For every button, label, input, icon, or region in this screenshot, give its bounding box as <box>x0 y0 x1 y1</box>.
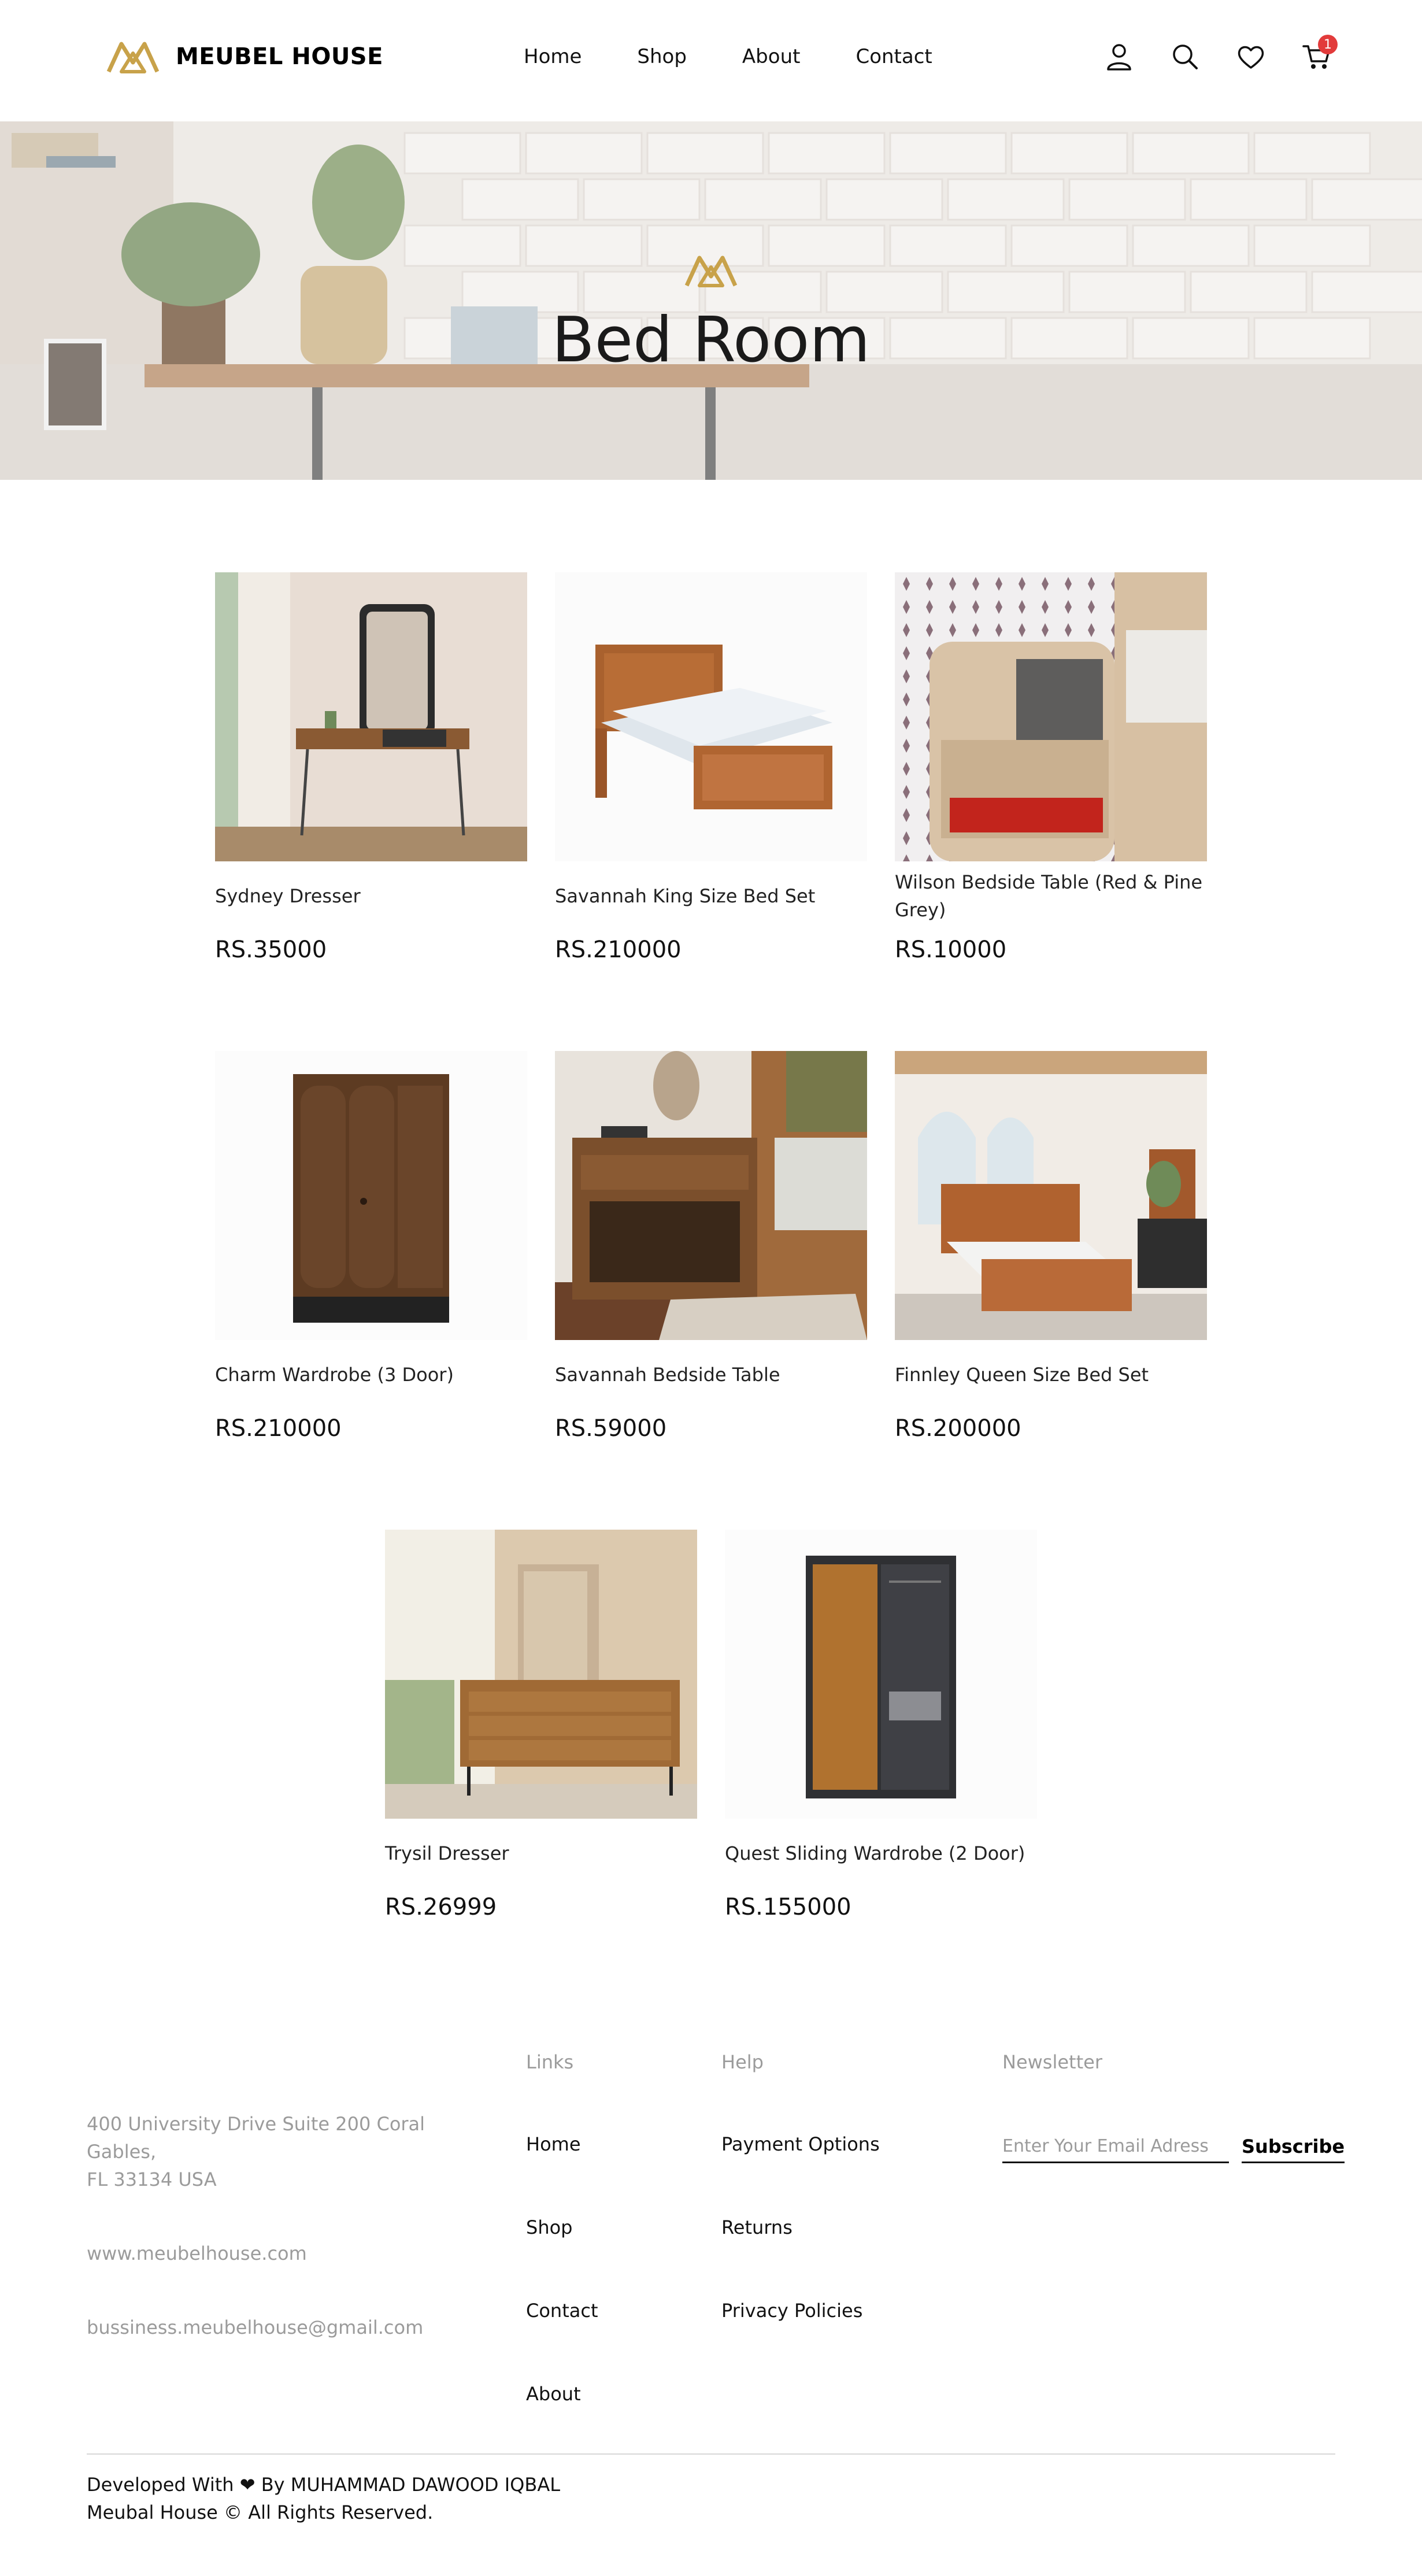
footer-credit: Developed With ❤ By MUHAMMAD DAWOOD IQBA… <box>87 2471 560 2526</box>
footer-address-line1: 400 University Drive Suite 200 Coral <box>87 2113 425 2135</box>
credit-prefix: Developed With <box>87 2474 234 2496</box>
footer-help-payment-options[interactable]: Payment Options <box>721 2133 880 2155</box>
brand-name: MEUBEL HOUSE <box>176 43 383 70</box>
hero-logo-icon <box>684 256 738 287</box>
footer-help-privacy-policies[interactable]: Privacy Policies <box>721 2300 862 2322</box>
product-card[interactable]: Charm Wardrobe (3 Door) RS.210000 <box>215 1051 527 1442</box>
product-card[interactable]: Quest Sliding Wardrobe (2 Door) RS.15500… <box>725 1530 1037 1920</box>
footer-divider <box>87 2453 1335 2455</box>
product-price: RS.35000 <box>215 937 327 963</box>
credit-author: By MUHAMMAD DAWOOD IQBAL <box>261 2474 561 2496</box>
subscribe-button[interactable]: Subscribe <box>1242 2131 1345 2163</box>
copyright-text: Meubal House © All Rights Reserved. <box>87 2501 434 2523</box>
product-image[interactable] <box>895 1051 1207 1340</box>
product-price: RS.155000 <box>725 1894 851 1920</box>
product-image[interactable] <box>215 572 527 861</box>
site-header: MEUBEL HOUSE Home Shop About Contact 1 <box>0 0 1422 121</box>
product-name[interactable]: Charm Wardrobe (3 Door) <box>215 1361 454 1389</box>
footer-link-shop[interactable]: Shop <box>526 2216 572 2238</box>
footer-help-heading: Help <box>721 2051 764 2073</box>
product-price: RS.210000 <box>555 937 682 963</box>
footer-email[interactable]: bussiness.meubelhouse@gmail.com <box>87 2314 425 2341</box>
product-price: RS.210000 <box>215 1415 342 1442</box>
product-card[interactable]: Finnley Queen Size Bed Set RS.200000 <box>895 1051 1207 1442</box>
product-card[interactable]: Savannah King Size Bed Set RS.210000 <box>555 572 867 963</box>
heart-icon[interactable] <box>1235 40 1267 73</box>
nav-shop[interactable]: Shop <box>637 45 687 68</box>
newsletter-email-input[interactable] <box>1002 2131 1229 2163</box>
product-card[interactable]: Savannah Bedside Table RS.59000 <box>555 1051 867 1442</box>
page-title: Bed Room <box>551 304 871 376</box>
site-footer: 400 University Drive Suite 200 Coral Gab… <box>0 2023 1422 2576</box>
heart-icon: ❤ <box>239 2474 255 2496</box>
footer-address-line2: Gables, <box>87 2141 157 2163</box>
product-name[interactable]: Wilson Bedside Table (Red & Pine Grey) <box>895 868 1207 924</box>
product-card[interactable]: Trysil Dresser RS.26999 <box>385 1530 697 1920</box>
product-name[interactable]: Quest Sliding Wardrobe (2 Door) <box>725 1840 1025 1867</box>
nav-home[interactable]: Home <box>524 45 582 68</box>
product-image[interactable] <box>895 572 1207 861</box>
footer-website[interactable]: www.meubelhouse.com <box>87 2240 425 2267</box>
nav-contact[interactable]: Contact <box>856 45 932 68</box>
product-name[interactable]: Savannah Bedside Table <box>555 1361 780 1389</box>
product-card[interactable]: Sydney Dresser RS.35000 <box>215 572 527 963</box>
hero-background-image <box>0 121 1422 480</box>
nav-about[interactable]: About <box>742 45 801 68</box>
logo-mark-icon <box>106 42 160 73</box>
footer-newsletter-heading: Newsletter <box>1002 2051 1102 2073</box>
cart-icon[interactable]: 1 <box>1301 35 1338 73</box>
product-name[interactable]: Trysil Dresser <box>385 1840 509 1867</box>
footer-link-home[interactable]: Home <box>526 2133 581 2155</box>
main-nav: Home Shop About Contact <box>524 45 988 68</box>
product-name[interactable]: Finnley Queen Size Bed Set <box>895 1361 1149 1389</box>
product-image[interactable] <box>555 1051 867 1340</box>
brand-logo[interactable]: MEUBEL HOUSE <box>106 39 383 74</box>
hero-banner: Bed Room <box>0 121 1422 480</box>
footer-contact: 400 University Drive Suite 200 Coral Gab… <box>87 2110 425 2341</box>
footer-links-heading: Links <box>526 2051 574 2073</box>
product-card[interactable]: Wilson Bedside Table (Red & Pine Grey) R… <box>895 572 1207 963</box>
product-image[interactable] <box>215 1051 527 1340</box>
product-price: RS.26999 <box>385 1894 497 1920</box>
cart-count-badge: 1 <box>1318 35 1338 54</box>
footer-help-returns[interactable]: Returns <box>721 2216 793 2238</box>
footer-link-contact[interactable]: Contact <box>526 2300 598 2322</box>
product-image[interactable] <box>385 1530 697 1819</box>
product-image[interactable] <box>555 572 867 861</box>
footer-link-about[interactable]: About <box>526 2383 581 2405</box>
footer-address-line3: FL 33134 USA <box>87 2168 217 2190</box>
product-price: RS.10000 <box>895 937 1007 963</box>
product-price: RS.200000 <box>895 1415 1021 1442</box>
user-icon[interactable] <box>1103 40 1135 73</box>
product-name[interactable]: Sydney Dresser <box>215 882 361 910</box>
product-image[interactable] <box>725 1530 1037 1819</box>
product-name[interactable]: Savannah King Size Bed Set <box>555 882 815 910</box>
product-price: RS.59000 <box>555 1415 667 1442</box>
search-icon[interactable] <box>1169 40 1201 73</box>
